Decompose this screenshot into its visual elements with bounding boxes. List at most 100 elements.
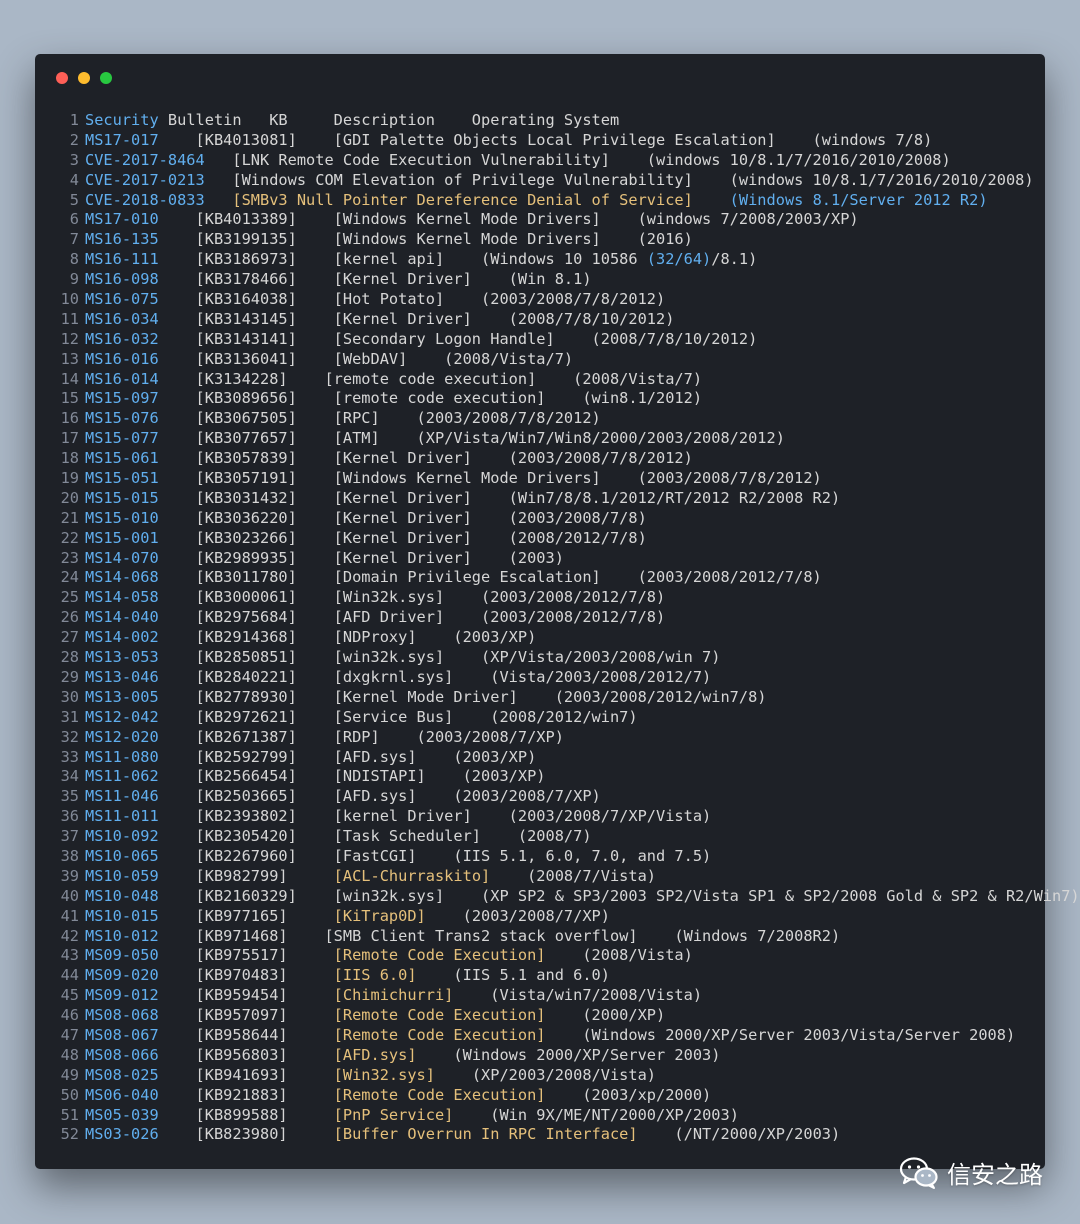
code-line: 47 MS08-067 [KB958644] [Remote Code Execu… — [55, 1026, 1045, 1046]
code-text: [KB956803] — [158, 1045, 334, 1064]
code-line: 30 MS13-005 [KB2778930] [Kernel Mode Driv… — [55, 688, 1045, 708]
line-number: 36 — [60, 807, 79, 826]
bulletin-id: MS10-015 — [85, 906, 159, 925]
code-text: (Win 9X/ME/NT/2000/XP/2003) — [453, 1105, 739, 1124]
code-text: [KB975517] — [158, 946, 334, 965]
line-number: 32 — [60, 727, 79, 746]
line-number: 39 — [60, 866, 79, 885]
code-text: [KB977165] — [158, 906, 334, 925]
code-text: [K3134228] [remote code execution] (2008… — [158, 369, 703, 388]
bulletin-id: MS11-080 — [85, 747, 159, 766]
bulletin-id: MS15-001 — [85, 528, 159, 547]
code-line: 42 MS10-012 [KB971468] [SMB Client Trans2… — [55, 927, 1045, 947]
line-number: 12 — [60, 329, 79, 348]
code-text: [KB2778930] [Kernel Mode Driver] (2003/2… — [158, 687, 767, 706]
code-text: [KB2850851] [win32k.sys] (XP/Vista/2003/… — [158, 648, 721, 667]
code-text: [KB3136041] [WebDAV] (2008/Vista/7) — [158, 349, 574, 368]
line-number: 15 — [60, 389, 79, 408]
code-text: [KB823980] — [158, 1125, 334, 1144]
code-text: [KB2305420] [Task Scheduler] (2008/7) — [158, 827, 592, 846]
bulletin-id: Security — [85, 111, 159, 129]
line-number: 26 — [60, 608, 79, 627]
bulletin-id: MS11-062 — [85, 767, 159, 786]
line-number: 9 — [69, 270, 79, 289]
code-text: [KB2975684] [AFD Driver] (2003/2008/2012… — [158, 608, 666, 627]
line-number: 40 — [60, 886, 79, 905]
bulletin-id: MS13-046 — [85, 667, 159, 686]
code-line: 19 MS15-051 [KB3057191] [Windows Kernel M… — [55, 469, 1045, 489]
code-line: 17 MS15-077 [KB3077657] [ATM] (XP/Vista/W… — [55, 429, 1045, 449]
code-line: 37 MS10-092 [KB2305420] [Task Scheduler] … — [55, 827, 1045, 847]
line-number: 19 — [60, 469, 79, 488]
code-text: [Windows COM Elevation of Privilege Vuln… — [204, 170, 1034, 189]
line-number: 6 — [69, 210, 79, 229]
code-line: 44 MS09-020 [KB970483] [IIS 6.0] (IIS 5.1… — [55, 966, 1045, 986]
bulletin-id: MS09-050 — [85, 946, 159, 965]
bulletin-id: MS16-135 — [85, 230, 159, 249]
code-text: (2000/XP) — [545, 1006, 666, 1025]
code-text: [KB3036220] [Kernel Driver] (2003/2008/7… — [158, 508, 647, 527]
code-line: 29 MS13-046 [KB2840221] [dxgkrnl.sys] (Vi… — [55, 668, 1045, 688]
code-text: [KB3089656] [remote code execution] (win… — [158, 389, 703, 408]
bulletin-id: MS14-002 — [85, 628, 159, 647]
code-line: 35 MS11-046 [KB2503665] [AFD.sys] (2003/2… — [55, 787, 1045, 807]
code-text: [KB3178466] [Kernel Driver] (Win 8.1) — [158, 270, 592, 289]
code-line: 36 MS11-011 [KB2393802] [kernel Driver] (… — [55, 807, 1045, 827]
watermark-text: 信安之路 — [947, 1161, 1043, 1189]
code-text: (Windows 2000/XP/Server 2003) — [416, 1045, 721, 1064]
line-number: 45 — [60, 986, 79, 1005]
line-number: 11 — [60, 309, 79, 328]
code-line: 43 MS09-050 [KB975517] [Remote Code Execu… — [55, 946, 1045, 966]
bulletin-id: MS15-015 — [85, 488, 159, 507]
bulletin-id: MS13-053 — [85, 648, 159, 667]
bulletin-id: MS09-020 — [85, 966, 159, 985]
line-number: 5 — [69, 190, 79, 209]
code-line: 16 MS15-076 [KB3067505] [RPC] (2003/2008/… — [55, 409, 1045, 429]
window-controls — [56, 72, 112, 84]
code-text: [KB921883] — [158, 1085, 334, 1104]
line-number: 49 — [60, 1065, 79, 1084]
bulletin-id: MS16-075 — [85, 290, 159, 309]
code-text: [KB2566454] [NDISTAPI] (2003/XP) — [158, 767, 546, 786]
code-text: [KB3186973] [kernel api] (Windows 10 105… — [158, 250, 647, 269]
bulletin-id: MS11-011 — [85, 807, 159, 826]
code-line: 51 MS05-039 [KB899588] [PnP Service] (Win… — [55, 1106, 1045, 1126]
bulletin-id: MS16-098 — [85, 270, 159, 289]
bulletin-id: MS06-040 — [85, 1085, 159, 1104]
code-text: (Windows 2000/XP/Server 2003/Vista/Serve… — [545, 1025, 1016, 1044]
line-number: 21 — [60, 508, 79, 527]
code-line: 3 CVE-2017-8464 [LNK Remote Code Executio… — [55, 151, 1045, 171]
code-text: [Win32.sys] — [333, 1065, 435, 1084]
bulletin-id: MS12-042 — [85, 707, 159, 726]
line-number: 14 — [60, 369, 79, 388]
line-number: 13 — [60, 349, 79, 368]
code-line: 1 Security Bulletin KB Description Operat… — [55, 111, 1045, 131]
bulletin-id: MS12-020 — [85, 727, 159, 746]
code-line: 28 MS13-053 [KB2850851] [win32k.sys] (XP/… — [55, 648, 1045, 668]
code-text: [KB899588] — [158, 1105, 334, 1124]
minimize-button[interactable] — [78, 72, 90, 84]
code-text: (2003/xp/2000) — [545, 1085, 712, 1104]
bulletin-id: CVE-2017-8464 — [85, 150, 205, 169]
bulletin-id: MS15-010 — [85, 508, 159, 527]
code-line: 45 MS09-012 [KB959454] [Chimichurri] (Vis… — [55, 986, 1045, 1006]
close-button[interactable] — [56, 72, 68, 84]
code-text: [KB3143145] [Kernel Driver] (2008/7/8/10… — [158, 309, 675, 328]
code-line: 7 MS16-135 [KB3199135] [Windows Kernel Mo… — [55, 230, 1045, 250]
line-number: 42 — [60, 926, 79, 945]
code-line: 5 CVE-2018-0833 [SMBv3 Null Pointer Deref… — [55, 191, 1045, 211]
code-text: [KB4013389] [Windows Kernel Mode Drivers… — [158, 210, 859, 229]
code-text: [KB3143141] [Secondary Logon Handle] (20… — [158, 329, 758, 348]
bulletin-id: MS15-051 — [85, 469, 159, 488]
code-text: [KB3011780] [Domain Privilege Escalation… — [158, 568, 822, 587]
maximize-button[interactable] — [100, 72, 112, 84]
code-text: [IIS 6.0] — [333, 966, 417, 985]
code-line: 26 MS14-040 [KB2975684] [AFD Driver] (200… — [55, 608, 1045, 628]
bulletin-id: MS15-061 — [85, 449, 159, 468]
bulletin-id: MS16-014 — [85, 369, 159, 388]
code-line: 21 MS15-010 [KB3036220] [Kernel Driver] (… — [55, 509, 1045, 529]
code-text: (/NT/2000/XP/2003) — [637, 1125, 841, 1144]
code-line: 41 MS10-015 [KB977165] [KiTrap0D] (2003/2… — [55, 907, 1045, 927]
bulletin-id: CVE-2017-0213 — [85, 170, 205, 189]
code-text: (2008/Vista) — [545, 946, 693, 965]
